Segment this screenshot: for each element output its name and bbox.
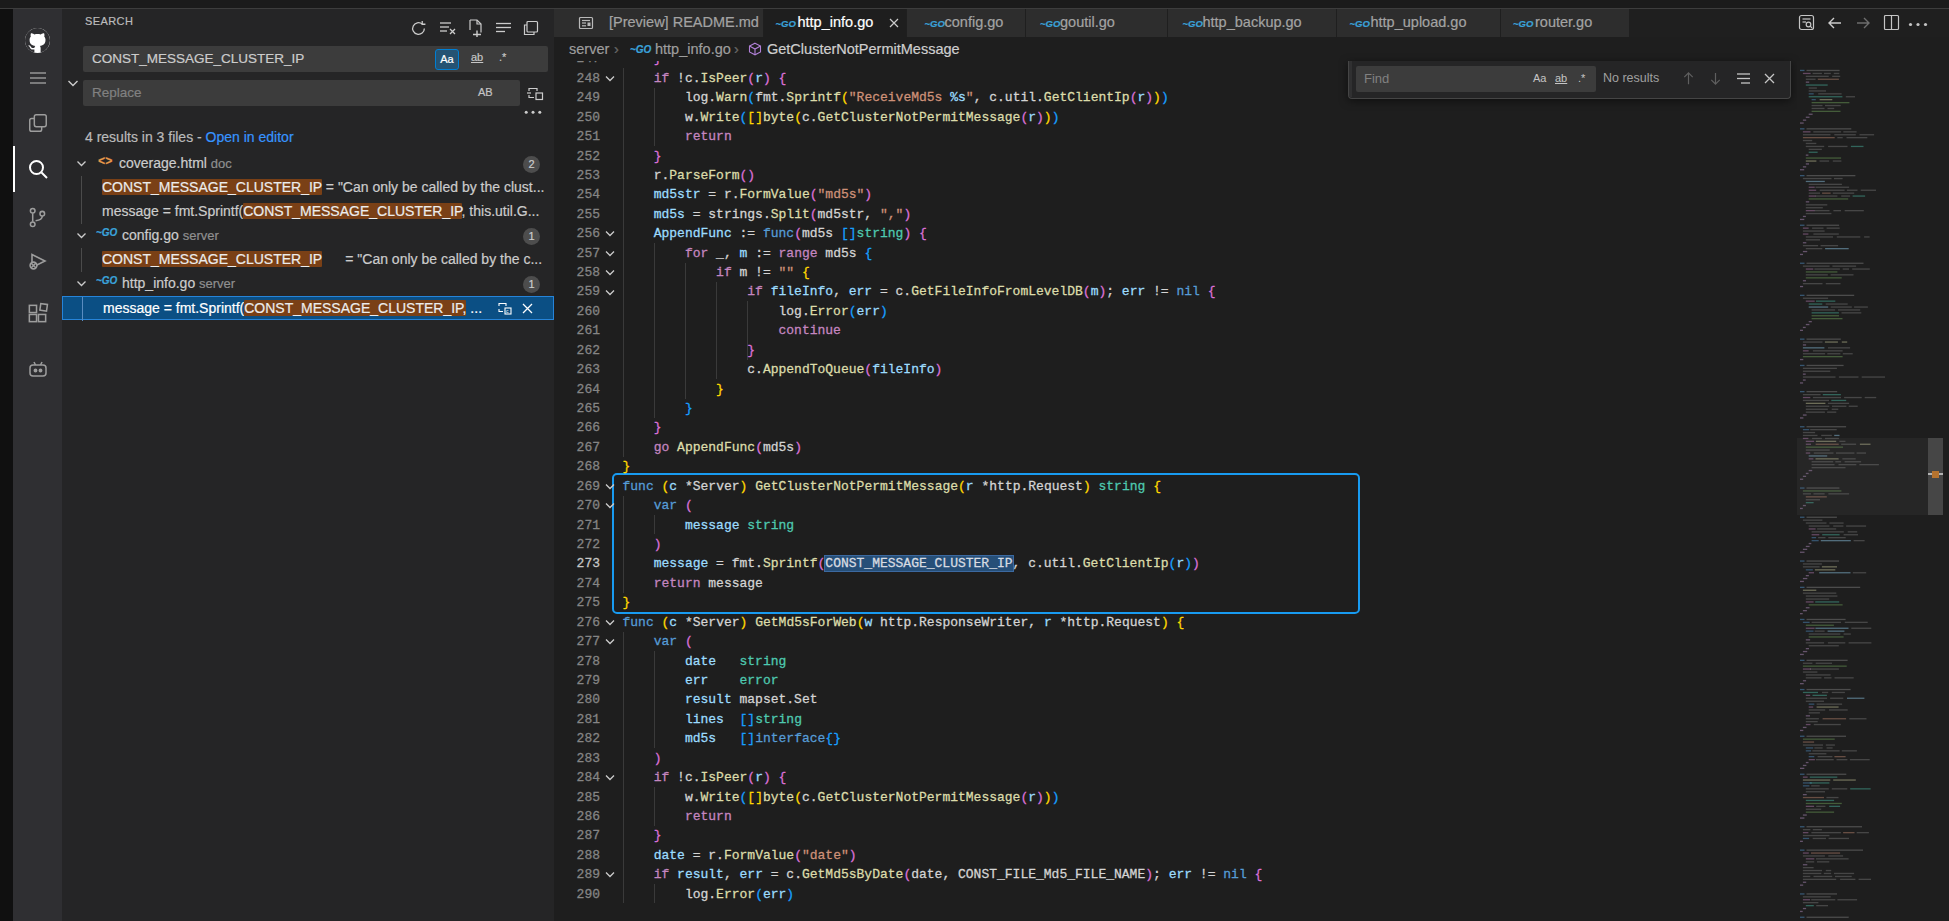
svg-text:c: c: [506, 308, 509, 314]
